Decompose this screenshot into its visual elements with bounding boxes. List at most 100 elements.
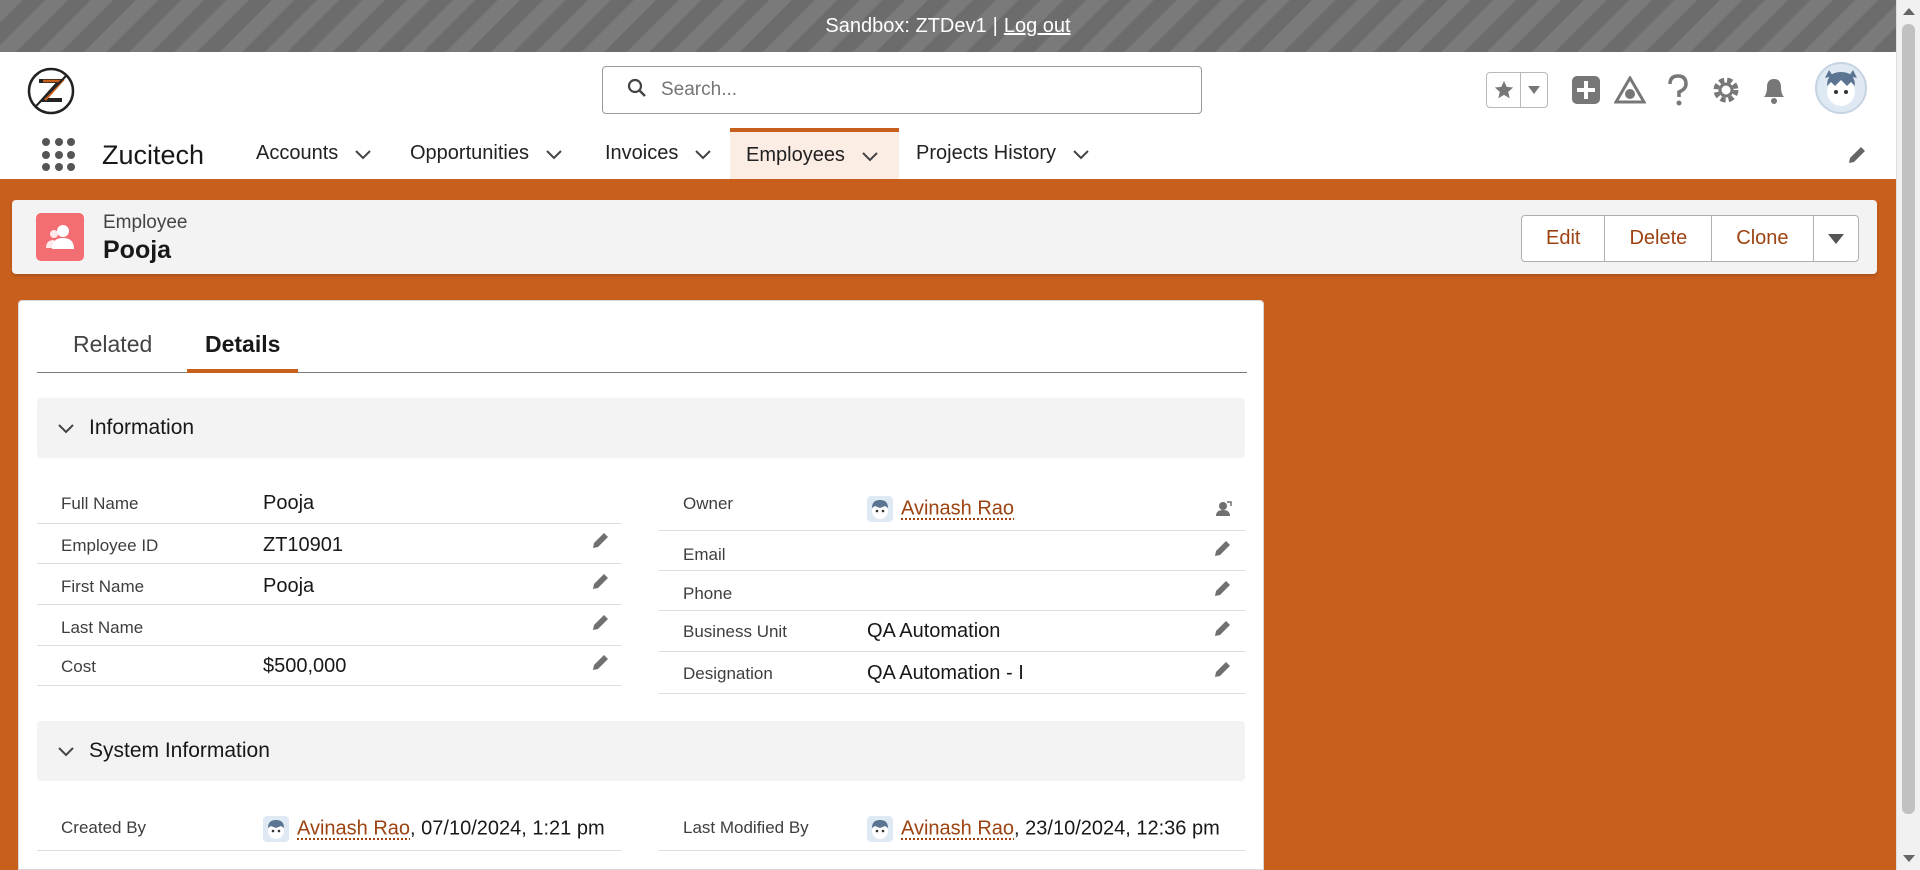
nav-tab-label: Accounts <box>256 142 339 164</box>
created-by-user-link[interactable]: Avinash Rao <box>297 817 410 839</box>
chevron-down-icon[interactable] <box>354 145 372 163</box>
section-system-information-toggle[interactable]: System Information <box>37 721 1245 781</box>
field-value: $500,000 <box>263 655 347 677</box>
notifications-bell-icon[interactable] <box>1756 72 1792 108</box>
edit-button[interactable]: Edit <box>1522 216 1606 261</box>
field-label: Last Name <box>61 618 144 637</box>
chevron-down-icon <box>58 747 74 757</box>
global-header <box>0 52 1896 128</box>
page-scrollbar[interactable] <box>1896 0 1920 870</box>
last-modified-user-link[interactable]: Avinash Rao <box>901 817 1014 839</box>
field-value: ZT10901 <box>263 534 344 556</box>
more-actions-button[interactable] <box>1814 216 1858 261</box>
section-title: System Information <box>89 739 270 762</box>
field-label: Cost <box>61 657 96 676</box>
field-value: QA Automation - I <box>867 662 1024 684</box>
created-date: , 07/10/2024, 1:21 pm <box>410 817 605 840</box>
field-last-name: Last Name <box>37 606 621 646</box>
scroll-up-arrow-icon[interactable] <box>1903 8 1915 15</box>
edit-pencil-icon[interactable] <box>1213 578 1233 598</box>
sandbox-separator: | <box>992 14 998 37</box>
user-avatar[interactable] <box>1815 62 1867 114</box>
field-value: Pooja <box>263 575 315 597</box>
edit-pencil-icon[interactable] <box>591 571 611 591</box>
setup-gear-icon[interactable] <box>1708 72 1744 108</box>
nav-tab-invoices[interactable]: Invoices <box>589 128 728 179</box>
chevron-down-icon <box>1827 233 1844 244</box>
last-modified-date: , 23/10/2024, 12:36 pm <box>1014 817 1220 840</box>
field-cost: Cost $500,000 <box>37 646 621 686</box>
scrollbar-thumb[interactable] <box>1902 24 1915 814</box>
details-card: Related Details Information Full Name Po… <box>18 300 1264 870</box>
section-title: Information <box>89 416 195 439</box>
field-value-created-by: Avinash Rao, 07/10/2024, 1:21 pm <box>263 816 605 842</box>
change-owner-icon[interactable] <box>1213 498 1233 518</box>
nav-tab-accounts[interactable]: Accounts <box>240 128 388 179</box>
edit-pencil-icon[interactable] <box>1213 538 1233 558</box>
chevron-down-icon[interactable] <box>545 145 563 163</box>
record-tabs: Related Details <box>37 323 1247 373</box>
field-value-last-modified-by: Avinash Rao, 23/10/2024, 12:36 pm <box>867 816 1220 842</box>
employee-record-icon <box>36 213 84 261</box>
record-highlights-panel: Employee Pooja Edit Delete Clone <box>12 200 1877 274</box>
chevron-down-icon[interactable] <box>1521 73 1547 107</box>
help-icon[interactable] <box>1660 72 1696 108</box>
clone-button[interactable]: Clone <box>1712 216 1814 261</box>
field-phone: Phone <box>659 572 1245 611</box>
field-value-owner: Avinash Rao <box>867 496 1014 522</box>
field-last-modified-by: Last Modified By Avinash Rao, 23/10/2024… <box>659 806 1245 851</box>
logout-link[interactable]: Log out <box>1004 15 1071 38</box>
field-owner: Owner Avinash Rao <box>659 484 1245 531</box>
tab-related[interactable]: Related <box>55 323 170 373</box>
search-icon <box>627 78 647 103</box>
app-name: Zucitech <box>102 140 205 170</box>
nav-tab-opportunities[interactable]: Opportunities <box>394 128 579 179</box>
field-label: Last Modified By <box>683 818 809 837</box>
edit-pencil-icon[interactable] <box>1213 618 1233 638</box>
chevron-down-icon <box>58 424 74 434</box>
nav-tab-label: Invoices <box>605 142 679 164</box>
field-label: Designation <box>683 664 773 683</box>
app-launcher-icon[interactable] <box>42 138 76 172</box>
search-input[interactable] <box>659 78 1179 102</box>
trailhead-icon[interactable] <box>1612 72 1648 108</box>
field-value: Pooja <box>263 492 315 514</box>
scroll-down-arrow-icon[interactable] <box>1903 855 1915 862</box>
field-business-unit: Business Unit QA Automation <box>659 612 1245 652</box>
nav-tab-projects-history[interactable]: Projects History <box>900 128 1106 179</box>
field-value: QA Automation <box>867 620 1001 642</box>
field-created-by: Created By Avinash Rao, 07/10/2024, 1:21… <box>37 806 621 851</box>
tab-details[interactable]: Details <box>187 323 299 373</box>
edit-pencil-icon[interactable] <box>591 612 611 632</box>
edit-pencil-icon[interactable] <box>1213 659 1233 679</box>
field-label: Business Unit <box>683 622 787 641</box>
favorites-button-group <box>1486 72 1548 108</box>
nav-tab-label: Opportunities <box>410 142 529 164</box>
record-type-label: Employee <box>103 212 188 233</box>
add-icon[interactable] <box>1568 72 1604 108</box>
nav-tab-label: Employees <box>746 144 845 166</box>
nav-tab-label: Projects History <box>916 142 1057 164</box>
nav-tab-employees[interactable]: Employees <box>730 128 899 179</box>
field-employee-id: Employee ID ZT10901 <box>37 524 621 564</box>
company-logo[interactable] <box>26 66 76 116</box>
chevron-down-icon[interactable] <box>861 147 879 165</box>
field-label: First Name <box>61 577 145 596</box>
section-information-toggle[interactable]: Information <box>37 398 1245 458</box>
field-label: Phone <box>683 584 733 603</box>
star-icon[interactable] <box>1487 73 1521 107</box>
delete-button[interactable]: Delete <box>1605 216 1713 261</box>
field-label: Owner <box>683 494 734 513</box>
owner-link[interactable]: Avinash Rao <box>901 497 1014 519</box>
edit-nav-pencil-icon[interactable] <box>1846 144 1868 166</box>
chevron-down-icon[interactable] <box>1072 145 1090 163</box>
field-label: Email <box>683 545 726 564</box>
field-designation: Designation QA Automation - I <box>659 653 1245 694</box>
edit-pencil-icon[interactable] <box>591 652 611 672</box>
edit-pencil-icon[interactable] <box>591 530 611 550</box>
chevron-down-icon[interactable] <box>694 145 712 163</box>
field-email: Email <box>659 532 1245 571</box>
record-title: Pooja <box>103 236 172 264</box>
field-full-name: Full Name Pooja <box>37 484 621 524</box>
global-search[interactable] <box>602 66 1202 114</box>
